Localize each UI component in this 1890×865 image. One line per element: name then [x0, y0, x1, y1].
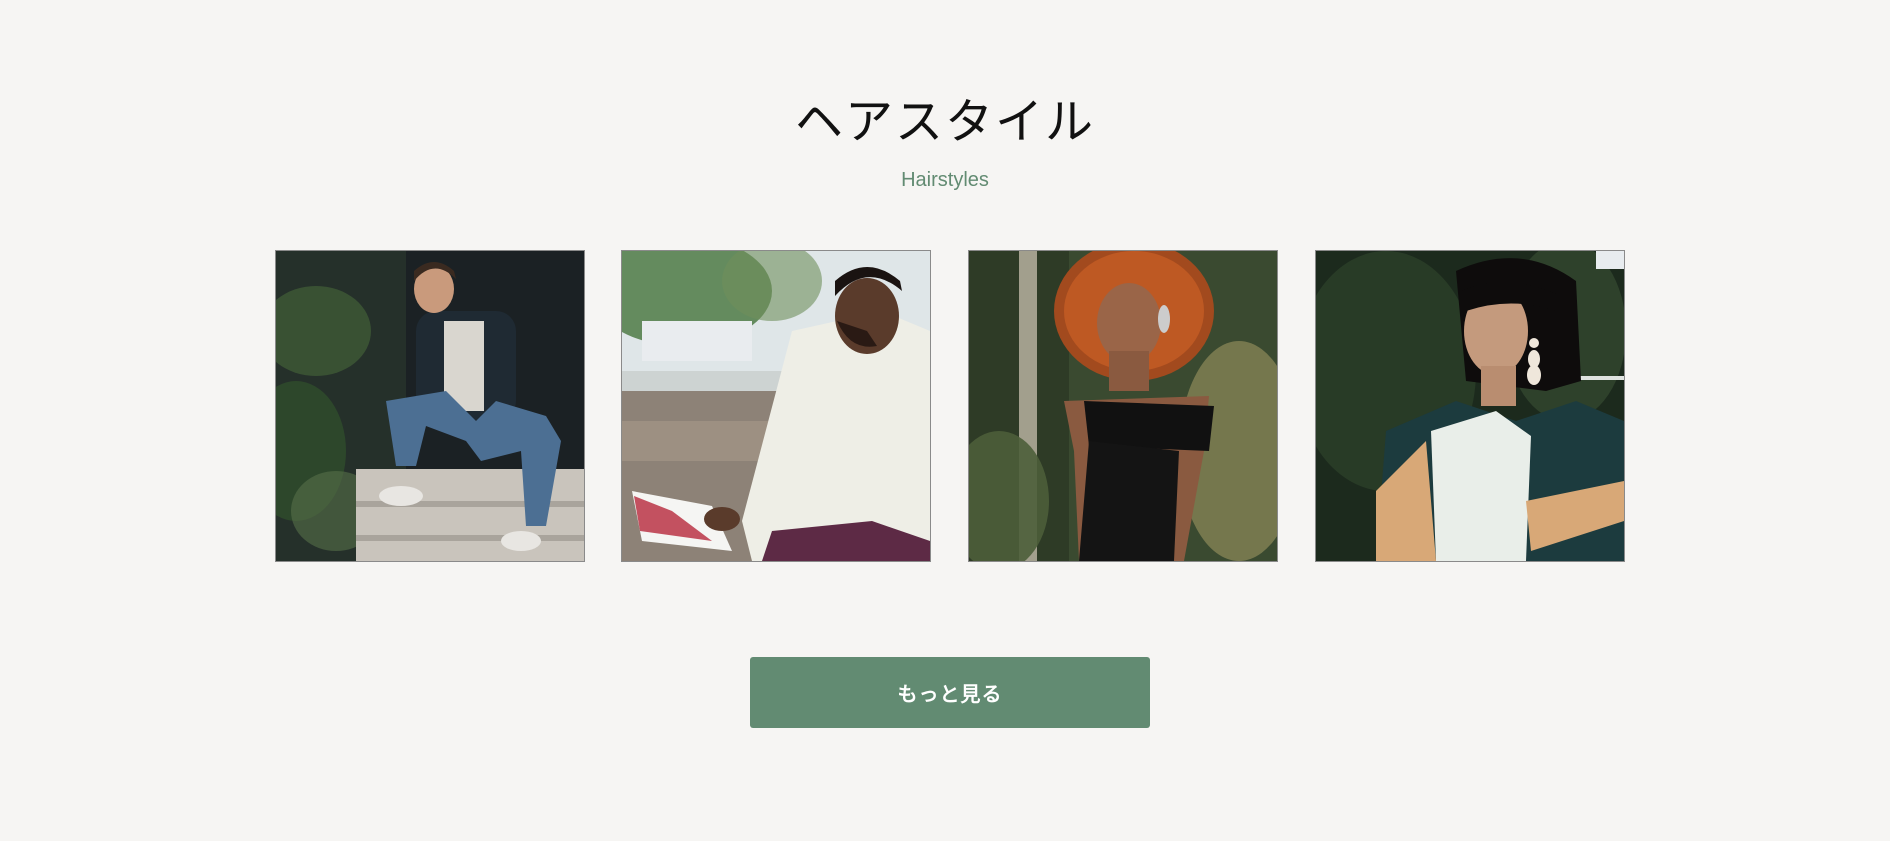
woman-curly-hair-photo: [969, 251, 1277, 561]
more-button[interactable]: もっと見る: [750, 657, 1150, 728]
section-subtitle: Hairstyles: [901, 169, 989, 191]
hairstyles-section: ヘアスタイル Hairstyles もっと見る: [0, 0, 1890, 841]
section-title: ヘアスタイル: [794, 94, 1095, 150]
hairstyle-photo-3[interactable]: [968, 250, 1278, 562]
hairstyle-gallery: [275, 250, 1625, 562]
woman-bob-earrings-photo: [1316, 251, 1624, 561]
man-sitting-on-steps-photo: [276, 251, 584, 561]
man-reading-book-photo: [622, 251, 930, 561]
hairstyle-photo-4[interactable]: [1315, 250, 1625, 562]
hairstyle-photo-1[interactable]: [275, 250, 585, 562]
hairstyle-photo-2[interactable]: [621, 250, 931, 562]
